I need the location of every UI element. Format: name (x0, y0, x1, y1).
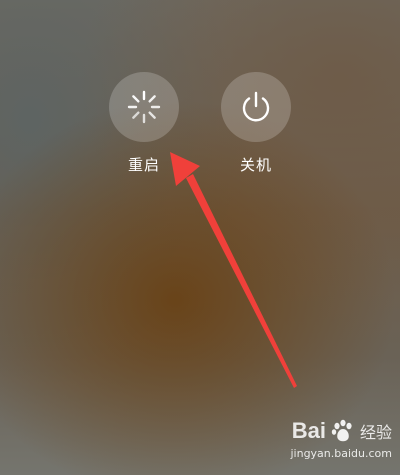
shutdown-label: 关机 (239, 156, 272, 174)
watermark-logo-text: Bai (291, 418, 326, 443)
reboot-button[interactable] (109, 72, 179, 142)
baidu-jingyan-watermark: Bai 经验 jingyan.baidu.com (272, 415, 392, 471)
reboot-label: 重启 (127, 156, 160, 174)
reboot-action[interactable]: 重启 (104, 72, 184, 175)
spinner-icon (127, 90, 161, 124)
power-icon (242, 91, 270, 122)
shutdown-action[interactable]: 关机 (216, 72, 296, 175)
power-menu: 重启 关机 (0, 0, 400, 475)
watermark-url: jingyan.baidu.com (290, 447, 392, 460)
shutdown-button[interactable] (221, 72, 291, 142)
watermark-logo-suffix: 经验 (359, 423, 392, 442)
watermark-logo: Bai 经验 (272, 415, 392, 447)
paw-icon (331, 419, 352, 442)
